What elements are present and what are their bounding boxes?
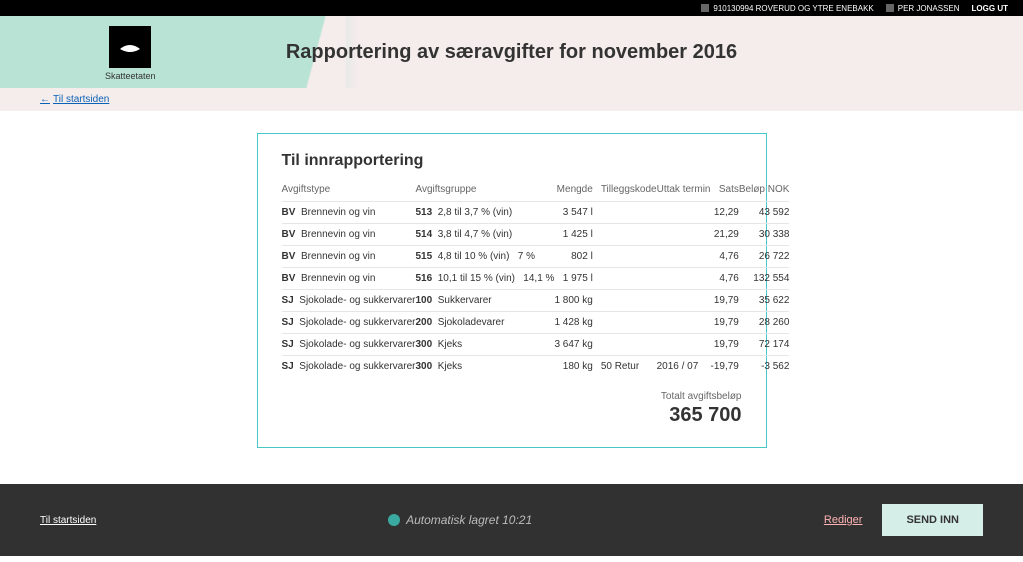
col-mengde: Mengde — [554, 184, 592, 202]
table-row: SJ Sjokolade- og sukkervarer300 Kjeks180… — [282, 356, 790, 378]
person-icon — [886, 4, 894, 12]
send-button[interactable]: SEND INN — [882, 504, 983, 536]
col-sats: Sats — [711, 184, 739, 202]
back-link[interactable]: ← Til startsiden — [40, 94, 109, 105]
table-row: SJ Sjokolade- og sukkervarer100 Sukkerva… — [282, 290, 790, 312]
col-tilleggskode: Tilleggskode — [593, 184, 657, 202]
footer-bar: Til startsiden Automatisk lagret 10:21 R… — [0, 478, 1023, 562]
brand-block: Skatteetaten — [105, 26, 156, 81]
report-table: Avgiftstype Avgiftsgruppe Mengde Tillegg… — [282, 184, 790, 377]
arrow-left-icon: ← — [40, 94, 50, 105]
table-row: BV Brennevin og vin516 10,1 til 15 % (vi… — [282, 268, 790, 290]
page-header: Skatteetaten Rapportering av særavgifter… — [0, 16, 1023, 88]
logout-link[interactable]: LOGG UT — [972, 4, 1008, 13]
table-row: BV Brennevin og vin514 3,8 til 4,7 % (vi… — [282, 224, 790, 246]
edit-link[interactable]: Rediger — [824, 514, 863, 526]
total-value: 365 700 — [282, 404, 742, 427]
building-icon — [701, 4, 709, 12]
footer-home-link[interactable]: Til startsiden — [40, 515, 96, 526]
user-name: PER JONASSEN — [898, 4, 960, 13]
brand-logo-icon — [109, 26, 151, 68]
autosave-text: Automatisk lagret 10:21 — [406, 513, 532, 527]
clock-icon — [388, 514, 400, 526]
table-row: BV Brennevin og vin515 4,8 til 10 % (vin… — [282, 246, 790, 268]
org-block: 910130994 ROVERUD OG YTRE ENEBAKK — [701, 4, 873, 13]
col-uttak-termin: Uttak termin — [657, 184, 711, 202]
col-belop: Beløp NOK — [739, 184, 790, 202]
report-card: Til innrapportering Avgiftstype Avgiftsg… — [257, 133, 767, 448]
total-label: Totalt avgiftsbeløp — [282, 391, 742, 402]
user-block: PER JONASSEN — [886, 4, 960, 13]
brand-name: Skatteetaten — [105, 71, 156, 81]
back-link-label: Til startsiden — [53, 94, 109, 105]
card-heading: Til innrapportering — [282, 152, 742, 170]
org-id: 910130994 ROVERUD OG YTRE ENEBAKK — [713, 4, 873, 13]
back-row: ← Til startsiden — [0, 88, 1023, 111]
table-row: SJ Sjokolade- og sukkervarer200 Sjokolad… — [282, 312, 790, 334]
page-title: Rapportering av særavgifter for november… — [286, 41, 737, 64]
table-row: BV Brennevin og vin513 2,8 til 3,7 % (vi… — [282, 202, 790, 224]
top-bar: 910130994 ROVERUD OG YTRE ENEBAKK PER JO… — [0, 0, 1023, 16]
col-avgiftstype: Avgiftstype — [282, 184, 416, 202]
table-row: SJ Sjokolade- og sukkervarer300 Kjeks3 6… — [282, 334, 790, 356]
col-avgiftsgruppe: Avgiftsgruppe — [415, 184, 554, 202]
